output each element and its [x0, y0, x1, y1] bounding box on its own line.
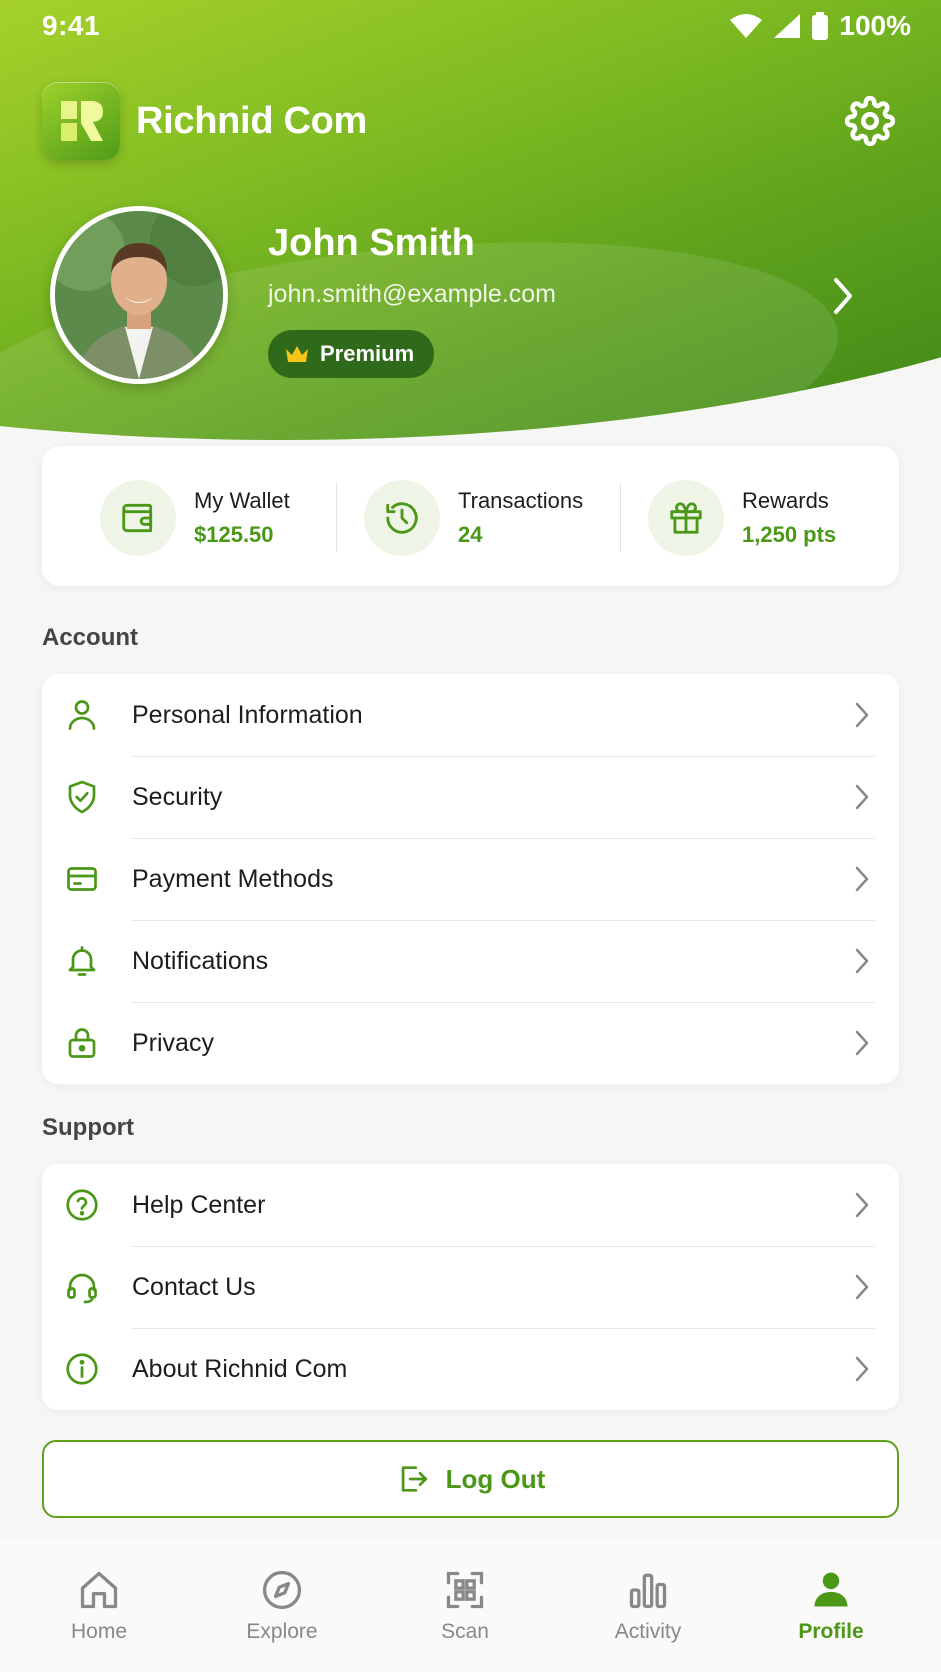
- crown-icon: [286, 346, 308, 362]
- nav-profile[interactable]: Profile: [771, 1568, 891, 1644]
- chevron-right-icon: [855, 1274, 869, 1300]
- credit-card-icon: [62, 859, 102, 899]
- nav-label: Scan: [441, 1620, 489, 1643]
- stat-rewards[interactable]: Rewards 1,250 pts: [648, 480, 836, 556]
- brand-name: Richnid Com: [136, 99, 368, 142]
- chevron-right-icon: [855, 702, 869, 728]
- premium-badge: Premium: [268, 330, 435, 378]
- nav-label: Explore: [246, 1620, 318, 1643]
- lock-icon: [62, 1023, 102, 1063]
- stat-label: Transactions: [458, 488, 584, 513]
- chevron-right-icon: [834, 278, 852, 314]
- divider: [336, 482, 337, 552]
- avatar[interactable]: [50, 206, 228, 384]
- home-icon: [80, 1571, 118, 1609]
- support-menu: Help Center Contact Us About Richnid Com: [42, 1164, 899, 1410]
- nav-scan[interactable]: Scan: [405, 1568, 525, 1644]
- stat-label: My Wallet: [194, 488, 290, 513]
- stat-wallet[interactable]: My Wallet $125.50: [100, 480, 290, 556]
- signal-icon: [774, 14, 801, 38]
- profile-email: john.smith@example.com: [268, 280, 556, 308]
- menu-item-label: Security: [132, 782, 223, 811]
- section-title-account: Account: [42, 624, 138, 651]
- wallet-icon: [100, 480, 176, 556]
- menu-item-label: Help Center: [132, 1190, 266, 1219]
- nav-home[interactable]: Home: [39, 1568, 159, 1644]
- settings-button[interactable]: [843, 94, 897, 148]
- logout-button[interactable]: Log Out: [42, 1440, 899, 1518]
- chevron-right-icon: [855, 948, 869, 974]
- wifi-icon: [730, 14, 763, 38]
- menu-item-about[interactable]: About Richnid Com: [42, 1328, 899, 1410]
- help-circle-icon: [62, 1185, 102, 1225]
- status-time: 9:41: [42, 10, 101, 41]
- menu-item-label: Payment Methods: [132, 864, 334, 893]
- stat-transactions[interactable]: Transactions 24: [364, 480, 583, 556]
- bell-icon: [62, 941, 102, 981]
- menu-item-contact-us[interactable]: Contact Us: [42, 1246, 899, 1328]
- gift-icon: [648, 480, 724, 556]
- menu-item-label: Notifications: [132, 946, 269, 975]
- menu-item-label: About Richnid Com: [132, 1354, 348, 1383]
- menu-item-label: Personal Information: [132, 700, 363, 729]
- history-icon: [364, 480, 440, 556]
- brand-logo: [42, 82, 120, 160]
- stats-card: My Wallet $125.50 Transactions 24 Reward…: [42, 446, 899, 586]
- nav-label: Home: [70, 1620, 128, 1643]
- logout-label: Log Out: [445, 1463, 546, 1494]
- status-icons: 100%: [729, 10, 911, 42]
- menu-item-label: Privacy: [132, 1028, 214, 1057]
- premium-badge-label: Premium: [320, 341, 415, 366]
- chevron-right-icon: [855, 784, 869, 810]
- bottom-nav: Home Explore Scan Activity Profile: [0, 1540, 941, 1672]
- nav-label: Profile: [798, 1620, 864, 1643]
- compass-icon: [262, 1570, 302, 1610]
- chevron-right-icon: [855, 1030, 869, 1056]
- gear-icon: [845, 96, 895, 146]
- stat-value: 1,250 pts: [742, 522, 837, 547]
- chevron-right-icon: [855, 1192, 869, 1218]
- stat-value: 24: [458, 522, 483, 547]
- battery-percentage: 100%: [839, 10, 911, 41]
- menu-item-payment-methods[interactable]: Payment Methods: [42, 838, 899, 920]
- profile-detail-button[interactable]: [826, 274, 858, 318]
- menu-item-security[interactable]: Security: [42, 756, 899, 838]
- menu-item-privacy[interactable]: Privacy: [42, 1002, 899, 1084]
- status-bar: 9:41 100%: [0, 0, 941, 52]
- headset-icon: [62, 1267, 102, 1307]
- account-menu: Personal Information Security Payment Me…: [42, 674, 899, 1084]
- chevron-right-icon: [855, 1356, 869, 1382]
- user-icon: [62, 695, 102, 735]
- stat-label: Rewards: [742, 488, 829, 513]
- scan-icon: [446, 1571, 484, 1609]
- menu-item-notifications[interactable]: Notifications: [42, 920, 899, 1002]
- battery-icon: [812, 12, 829, 40]
- bar-chart-icon: [629, 1573, 667, 1609]
- stat-value: $125.50: [194, 522, 274, 547]
- menu-item-personal-information[interactable]: Personal Information: [42, 674, 899, 756]
- nav-explore[interactable]: Explore: [222, 1568, 342, 1644]
- profile-name: John Smith: [268, 222, 475, 264]
- divider: [620, 482, 621, 552]
- section-title-support: Support: [42, 1114, 134, 1141]
- nav-label: Activity: [614, 1620, 682, 1643]
- info-icon: [62, 1349, 102, 1389]
- nav-activity[interactable]: Activity: [588, 1568, 708, 1644]
- brand: Richnid Com: [42, 82, 367, 160]
- menu-item-help-center[interactable]: Help Center: [42, 1164, 899, 1246]
- logout-icon: [401, 1466, 427, 1492]
- person-icon: [814, 1572, 848, 1607]
- chevron-right-icon: [855, 866, 869, 892]
- menu-item-label: Contact Us: [132, 1272, 256, 1301]
- shield-icon: [62, 777, 102, 817]
